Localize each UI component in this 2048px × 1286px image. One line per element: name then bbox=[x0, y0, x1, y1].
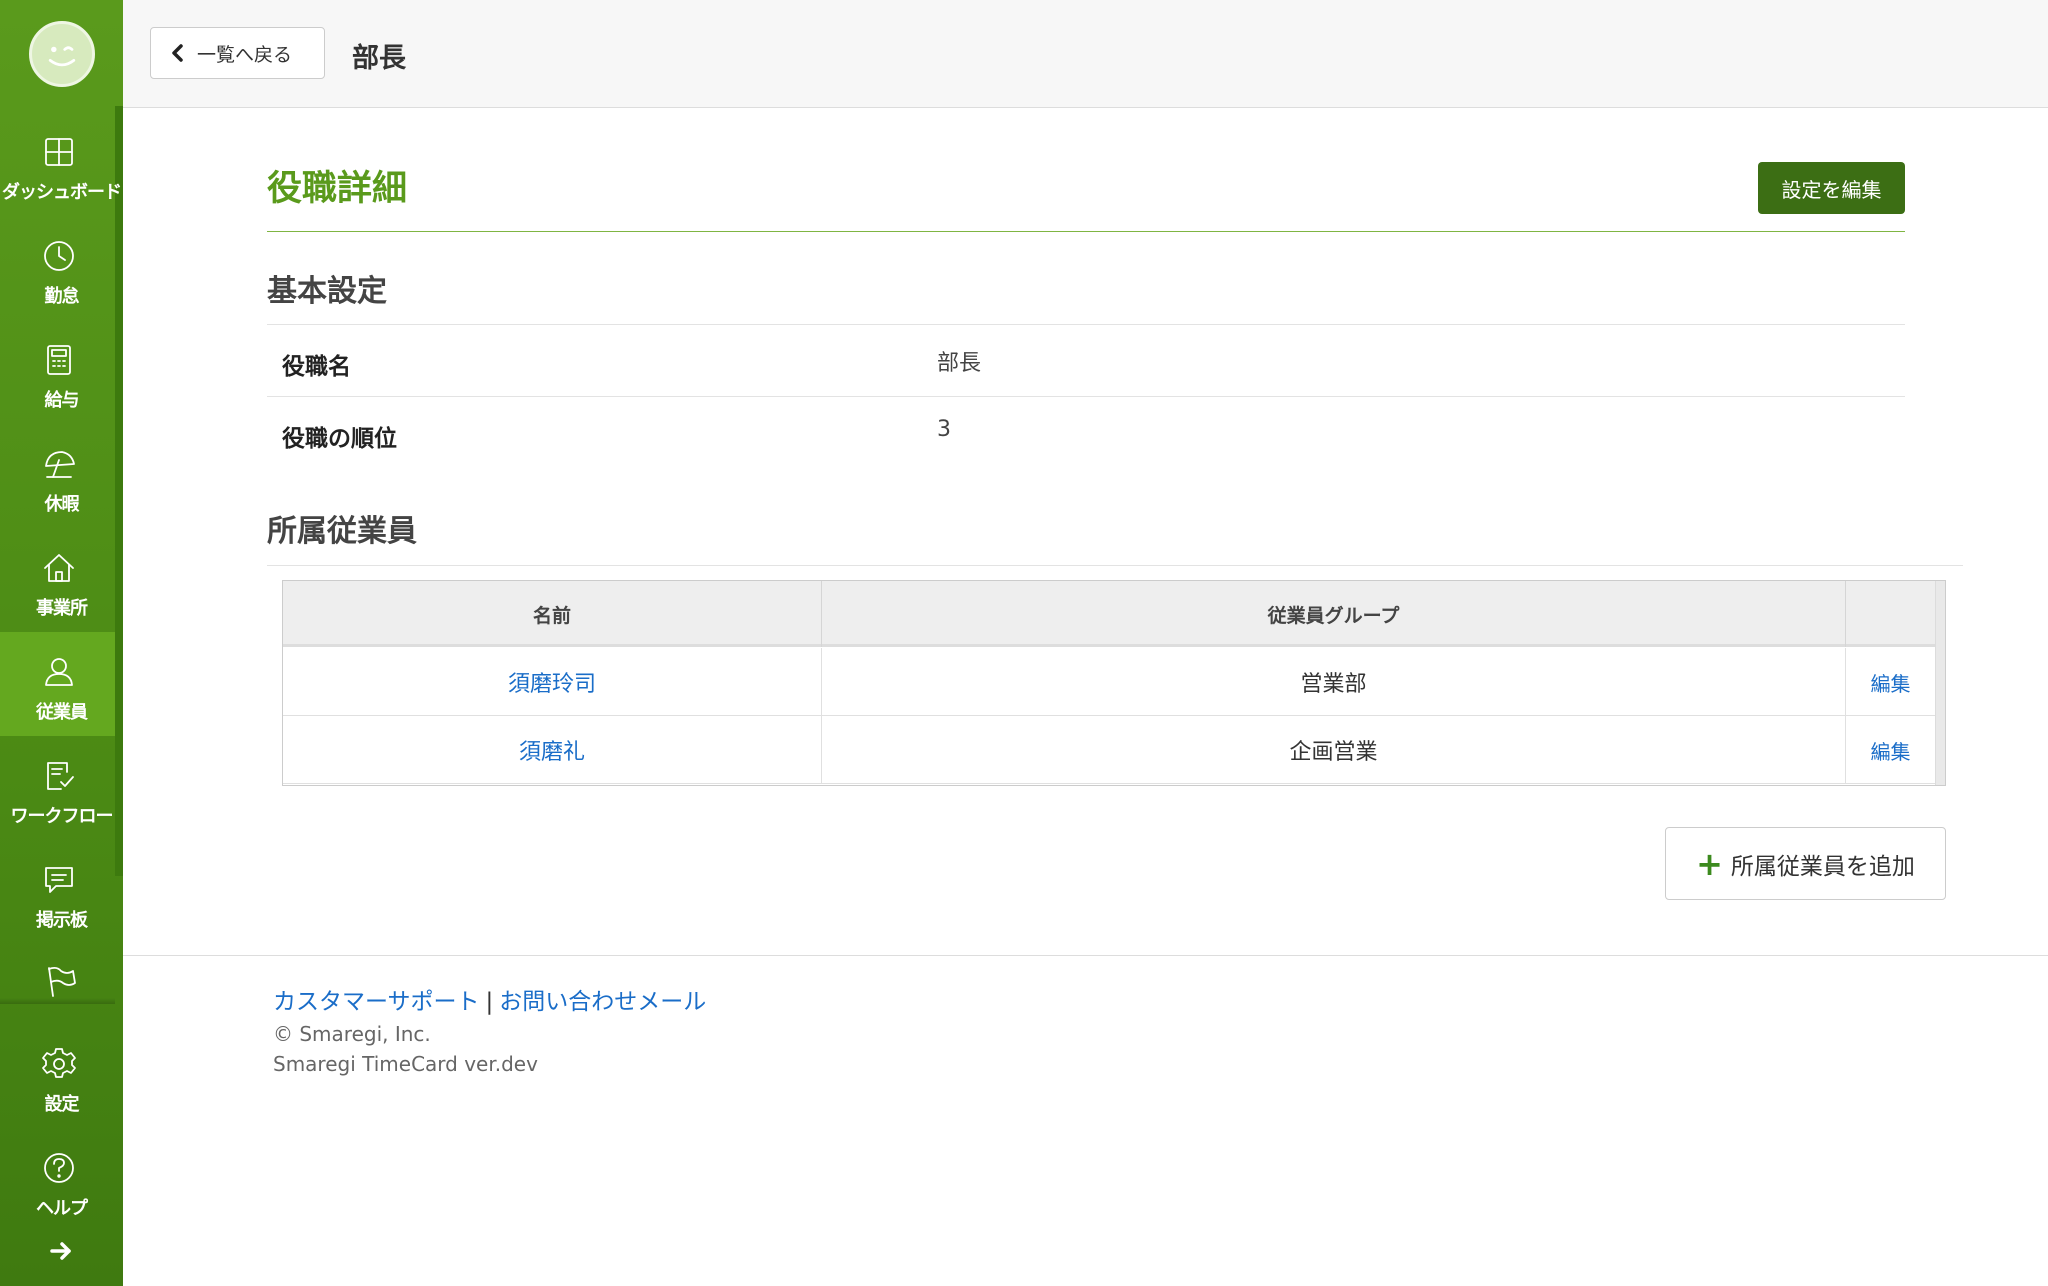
sidebar-item-label: 従業員 bbox=[36, 702, 88, 723]
employee-name-link[interactable]: 須磨礼 bbox=[519, 734, 585, 766]
table-row: 須磨玲司 営業部 編集 bbox=[283, 648, 1935, 716]
sidebar-item-workflow[interactable]: ワークフロー bbox=[0, 736, 115, 840]
add-employee-label: 所属従業員を追加 bbox=[1730, 853, 1915, 880]
info-value: 部長 bbox=[937, 351, 982, 376]
table-row: 須磨礼 企画営業 編集 bbox=[283, 716, 1935, 784]
help-icon bbox=[41, 1150, 77, 1186]
footer-links: カスタマーサポート | お問い合わせメール bbox=[273, 982, 706, 1016]
table-cell-group: 企画営業 bbox=[822, 716, 1846, 784]
flag-icon bbox=[41, 964, 77, 1000]
employees-table: 名前 従業員グループ 須磨玲司 営業部 編集 須磨礼 企画営業 編集 bbox=[282, 580, 1946, 786]
dashboard-icon bbox=[41, 134, 77, 170]
umbrella-icon bbox=[41, 446, 77, 482]
page-header: 一覧へ戻る 部長 bbox=[123, 0, 2048, 108]
gear-icon bbox=[41, 1046, 77, 1082]
sidebar-item-label: 勤怠 bbox=[44, 286, 80, 307]
info-value: 3 bbox=[937, 417, 951, 442]
sidebar-item-label: 設定 bbox=[44, 1094, 80, 1115]
basic-settings-heading: 基本設定 bbox=[267, 274, 387, 309]
chevron-left-icon bbox=[172, 44, 183, 62]
page-footer: カスタマーサポート | お問い合わせメール © Smaregi, Inc. Smar… bbox=[123, 955, 2048, 1286]
edit-link[interactable]: 編集 bbox=[1871, 736, 1911, 765]
sidebar-item-flag[interactable] bbox=[0, 944, 115, 1000]
back-to-list-button[interactable]: 一覧へ戻る bbox=[150, 27, 325, 79]
user-icon bbox=[41, 654, 77, 690]
back-button-label: 一覧へ戻る bbox=[197, 43, 293, 66]
logo-smiley-icon[interactable] bbox=[29, 21, 95, 87]
sidebar-item-label: ダッシュボード bbox=[2, 182, 122, 203]
footer-separator: | bbox=[485, 989, 494, 1015]
table-scrollbar[interactable] bbox=[1935, 581, 1945, 785]
customer-support-link[interactable]: カスタマーサポート bbox=[273, 989, 480, 1015]
sidebar-item-label: 掲示板 bbox=[36, 910, 88, 931]
contact-email-link[interactable]: お問い合わせメール bbox=[499, 989, 706, 1015]
sidebar-item-attendance[interactable]: 勤怠 bbox=[0, 216, 115, 320]
sidebar-item-office[interactable]: 事業所 bbox=[0, 528, 115, 632]
version-text: Smaregi TimeCard ver.dev bbox=[273, 1052, 538, 1076]
info-row-position-name: 役職名 部長 bbox=[267, 324, 1905, 396]
sidebar-divider bbox=[0, 998, 115, 1004]
sidebar-item-label: 給与 bbox=[44, 390, 80, 411]
clock-icon bbox=[41, 238, 77, 274]
info-label: 役職名 bbox=[282, 354, 351, 380]
table-cell-action: 編集 bbox=[1846, 648, 1935, 716]
sidebar-item-bulletin[interactable]: 掲示板 bbox=[0, 840, 115, 944]
sidebar-item-dashboard[interactable]: ダッシュボード bbox=[0, 112, 122, 216]
edit-settings-button[interactable]: 設定を編集 bbox=[1758, 162, 1905, 214]
info-label: 役職の順位 bbox=[282, 426, 397, 452]
column-header-group[interactable]: 従業員グループ bbox=[822, 581, 1846, 647]
sidebar-item-leave[interactable]: 休暇 bbox=[0, 424, 115, 528]
sidebar-item-payroll[interactable]: 給与 bbox=[0, 320, 115, 424]
column-header-actions bbox=[1846, 581, 1935, 647]
checklist-icon bbox=[41, 758, 77, 794]
sidebar: ダッシュボード 勤怠 給与 休暇 事業所 従業員 ワークフロー 掲示板 設定 ヘ… bbox=[0, 0, 123, 1286]
column-header-name[interactable]: 名前 bbox=[283, 581, 822, 647]
table-cell-name: 須磨礼 bbox=[283, 716, 822, 784]
home-icon bbox=[41, 550, 77, 586]
employees-heading: 所属従業員 bbox=[267, 514, 417, 549]
sidebar-item-employees[interactable]: 従業員 bbox=[0, 632, 115, 736]
table-cell-action: 編集 bbox=[1846, 716, 1935, 784]
copyright-text: © Smaregi, Inc. bbox=[273, 1022, 431, 1046]
edit-link[interactable]: 編集 bbox=[1871, 668, 1911, 697]
plus-icon: + bbox=[1696, 844, 1723, 883]
sidebar-item-label: 事業所 bbox=[36, 598, 88, 619]
employee-name-link[interactable]: 須磨玲司 bbox=[508, 666, 596, 698]
table-cell-name: 須磨玲司 bbox=[283, 648, 822, 716]
calculator-icon bbox=[41, 342, 77, 378]
section-title: 役職詳細 bbox=[267, 169, 408, 209]
sidebar-item-help[interactable]: ヘルプ bbox=[0, 1128, 115, 1232]
table-header: 名前 従業員グループ bbox=[283, 581, 1935, 647]
table-cell-group: 営業部 bbox=[822, 648, 1846, 716]
arrow-right-icon[interactable] bbox=[48, 1238, 74, 1264]
add-employee-button[interactable]: + 所属従業員を追加 bbox=[1665, 827, 1946, 900]
sidebar-item-label: ワークフロー bbox=[10, 806, 114, 827]
info-row-position-rank: 役職の順位 3 bbox=[267, 396, 1905, 468]
page-title: 部長 bbox=[352, 43, 406, 74]
sidebar-item-label: ヘルプ bbox=[36, 1198, 88, 1219]
message-icon bbox=[41, 862, 77, 898]
sidebar-item-settings[interactable]: 設定 bbox=[0, 1024, 115, 1128]
section-divider bbox=[267, 231, 1905, 232]
sidebar-item-label: 休暇 bbox=[44, 494, 80, 515]
employees-divider bbox=[267, 565, 1963, 566]
